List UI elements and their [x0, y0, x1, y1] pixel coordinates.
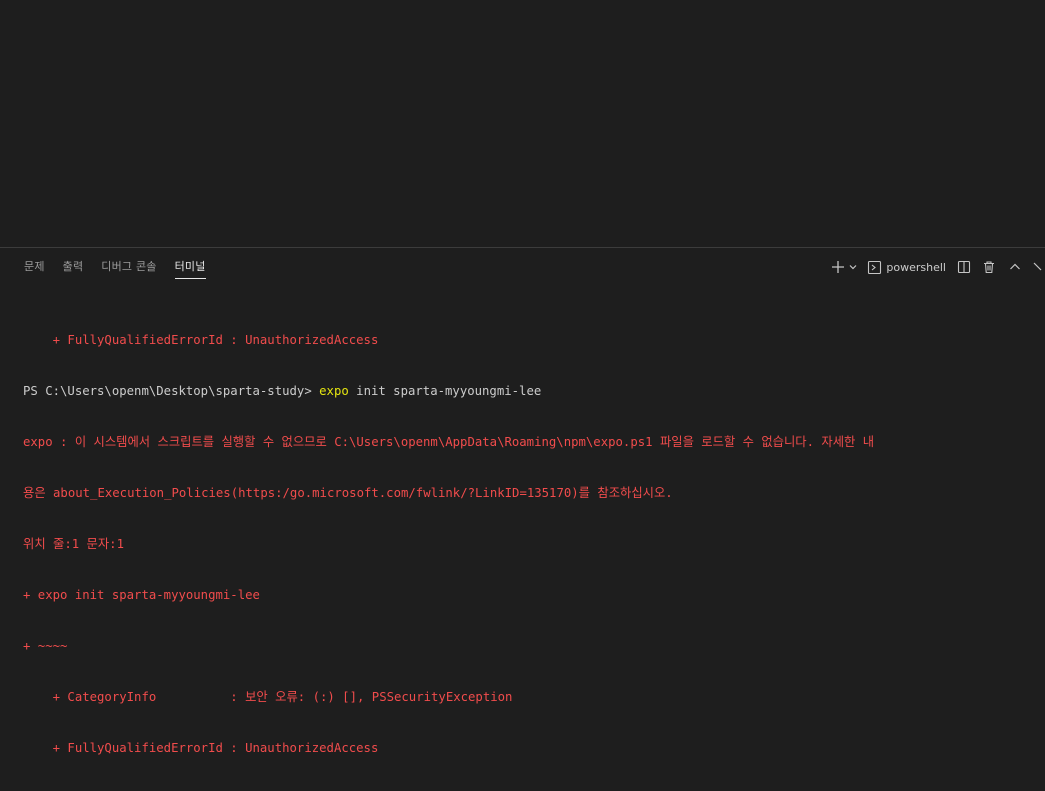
- command-name: expo: [319, 384, 349, 398]
- command-args: init sparta-myyoungmi-lee: [348, 384, 542, 398]
- terminal-line: 용은 about_Execution_Policies(https:/go.mi…: [23, 486, 673, 500]
- kill-terminal-button[interactable]: [981, 256, 997, 278]
- tab-output[interactable]: 출력: [54, 248, 93, 286]
- terminal-line: + FullyQualifiedErrorId : UnauthorizedAc…: [23, 333, 379, 347]
- panel-actions: powershell: [829, 248, 1045, 286]
- new-terminal-button[interactable]: [829, 256, 847, 278]
- prompt-path: PS C:\Users\openm\Desktop\sparta-study>: [23, 384, 320, 398]
- terminal-line: + FullyQualifiedErrorId : UnauthorizedAc…: [23, 741, 379, 755]
- terminal-icon: [868, 260, 882, 274]
- bottom-panel: 문제 출력 디버그 콘솔 터미널 powershell + FullyQuali…: [0, 247, 1045, 755]
- close-panel-button[interactable]: [1029, 256, 1045, 278]
- chevron-down-icon: [849, 265, 857, 270]
- terminal-dropdown-button[interactable]: [847, 256, 859, 278]
- split-icon: [957, 260, 971, 274]
- plus-icon: [832, 261, 845, 273]
- panel-tabs: 문제 출력 디버그 콘솔 터미널: [15, 248, 215, 286]
- terminal-line: + expo init sparta-myyoungmi-lee: [23, 588, 260, 602]
- terminal-line: + ~~~~: [23, 639, 68, 653]
- maximize-panel-button[interactable]: [1007, 256, 1023, 278]
- split-terminal-button[interactable]: [956, 256, 972, 278]
- shell-selector[interactable]: powershell: [867, 256, 946, 278]
- close-icon: [1033, 262, 1042, 271]
- tab-problems[interactable]: 문제: [15, 248, 54, 286]
- terminal-prompt-line: PS C:\Users\openm\Desktop\sparta-study> …: [23, 383, 1043, 400]
- panel-header: 문제 출력 디버그 콘솔 터미널 powershell: [0, 248, 1045, 286]
- terminal-output[interactable]: + FullyQualifiedErrorId : UnauthorizedAc…: [23, 298, 1043, 791]
- terminal-line: expo : 이 시스템에서 스크립트를 실행할 수 없으므로 C:\Users…: [23, 435, 875, 449]
- terminal-line: + CategoryInfo : 보안 오류: (:) [], PSSecuri…: [23, 690, 513, 704]
- tab-debug-console[interactable]: 디버그 콘솔: [92, 248, 165, 286]
- trash-icon: [984, 261, 994, 274]
- editor-area: [0, 0, 1045, 247]
- chevron-up-icon: [1010, 263, 1020, 270]
- shell-name: powershell: [886, 260, 946, 274]
- tab-terminal[interactable]: 터미널: [166, 248, 215, 286]
- terminal-line: 위치 줄:1 문자:1: [23, 537, 124, 551]
